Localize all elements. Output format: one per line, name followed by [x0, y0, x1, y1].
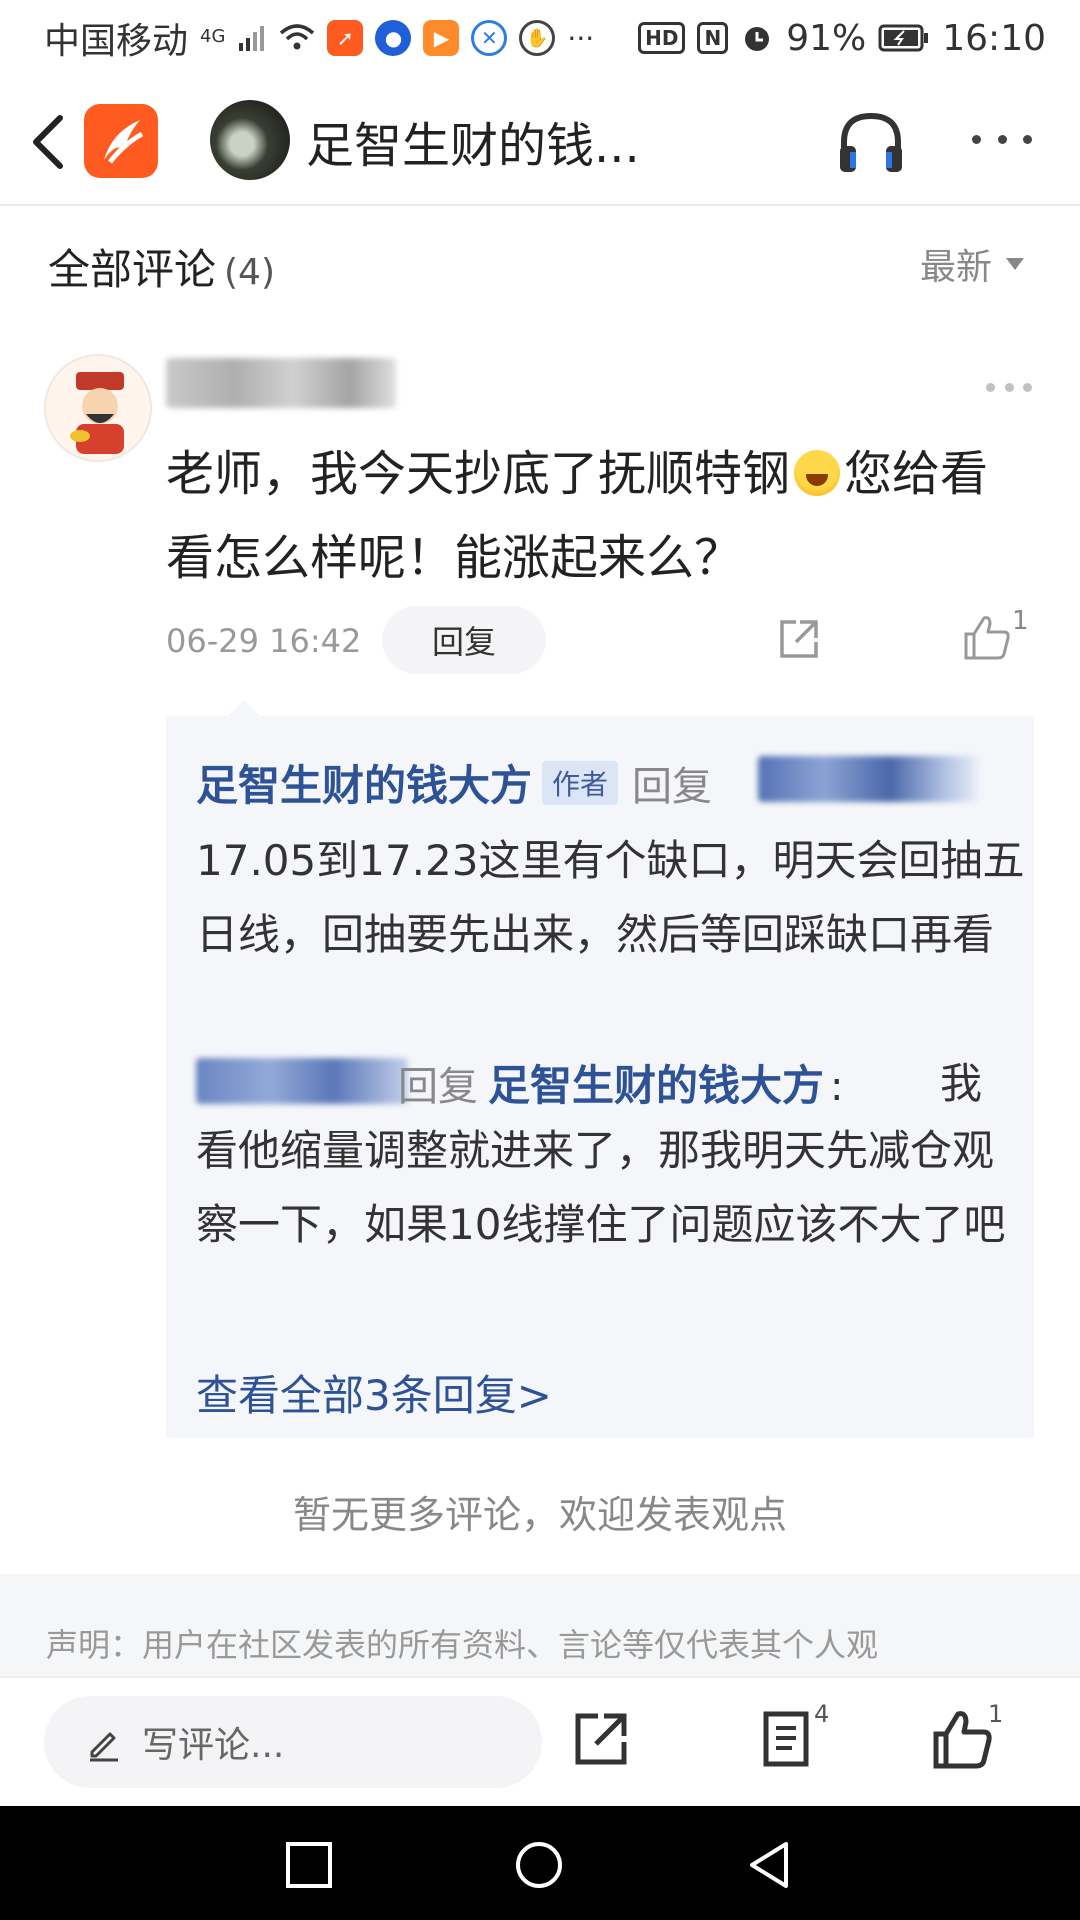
author-badge: 作者 — [542, 761, 619, 805]
home-icon[interactable] — [514, 1840, 564, 1890]
app-logo-icon — [104, 120, 144, 164]
app-notification-icon: ✕ — [471, 20, 508, 56]
reply2-text: 看他缩量调整就进来了，那我明天先减仓观察一下，如果10线撑住了问题应该不大了吧 — [196, 1126, 1006, 1249]
alarm-icon — [745, 27, 770, 51]
back-arrow-icon[interactable] — [26, 112, 72, 172]
reply2-colon: : — [830, 1064, 844, 1110]
write-comment-input[interactable]: 写评论... — [44, 1696, 542, 1788]
hd-badge: HD — [638, 22, 686, 54]
app-notification-icon: ✋ — [519, 20, 556, 56]
replies-box: 足智生财的钱大方 作者 回复 17.05到17.23这里有个缺口，明天会回抽五日线，… — [166, 700, 1034, 1438]
reply1-author-link[interactable]: 足智生财的钱大方 — [196, 761, 532, 810]
comments-title: 全部评论 — [48, 245, 217, 294]
share-icon[interactable] — [776, 616, 822, 662]
pencil-icon — [90, 1732, 118, 1762]
caret-down-icon — [1006, 258, 1025, 270]
page-title: 足智生财的钱... — [306, 118, 640, 174]
reply1-text: 17.05到17.23这里有个缺口，明天会回抽五日线，回抽要先出来，然后等回踩缺… — [196, 836, 1025, 959]
reply-button[interactable]: 回复 — [382, 606, 546, 674]
wifi-icon — [280, 24, 315, 50]
commenter-avatar[interactable] — [44, 354, 152, 462]
comment-text-part1: 老师，我今天抄底了抚顺特钢 — [166, 446, 791, 502]
comments-list-icon[interactable] — [756, 1708, 818, 1770]
reply2-author-name-redacted[interactable] — [196, 1058, 408, 1104]
carrier-label: 中国移动 — [44, 21, 189, 62]
app-notification-icon: ➚ — [327, 20, 364, 56]
app-notification-icon: ▶ — [423, 20, 460, 56]
battery-icon — [878, 24, 929, 52]
headphones-icon[interactable] — [836, 108, 906, 176]
reply2-reply-word: 回复 — [398, 1064, 478, 1110]
sort-label: 最新 — [920, 247, 993, 288]
app-logo[interactable] — [84, 104, 158, 178]
network-label: 4G — [200, 26, 226, 47]
reply2-text-first: 我 — [940, 1059, 983, 1108]
comment-more-button[interactable] — [986, 380, 1032, 394]
disclaimer-section: 声明：用户在社区发表的所有资料、言论等仅代表其个人观 — [0, 1574, 1080, 1678]
laughing-tears-emoji-icon — [794, 450, 841, 496]
recent-apps-icon[interactable] — [284, 1840, 334, 1890]
nfc-icon: N — [697, 22, 729, 54]
author-avatar[interactable] — [210, 100, 290, 180]
thumbs-up-icon[interactable] — [962, 612, 1012, 662]
reply1-target-name-redacted[interactable] — [758, 756, 978, 802]
reply1-reply-word: 回复 — [632, 764, 713, 810]
more-notifications-icon: ··· — [567, 21, 595, 55]
back-triangle-icon[interactable] — [744, 1840, 794, 1890]
comments-header: 全部评论 (4) — [48, 236, 275, 297]
view-all-replies-link[interactable]: 查看全部3条回复> — [196, 1362, 552, 1423]
comments-count: (4) — [224, 252, 276, 293]
comment-like-count: 1 — [1012, 606, 1029, 636]
like-count-badge: 1 — [988, 1700, 1004, 1728]
top-nav-bar: 足智生财的钱... — [0, 76, 1080, 206]
system-navigation-bar — [0, 1806, 1080, 1920]
share-icon[interactable] — [570, 1708, 632, 1770]
clock: 16:10 — [942, 17, 1046, 59]
no-more-comments-text: 暂无更多评论，欢迎发表观点 — [292, 1493, 787, 1537]
status-bar-right: HD N 91% 16:10 — [638, 18, 1046, 59]
battery-percent: 91% — [786, 17, 867, 59]
sort-dropdown[interactable]: 最新 — [920, 238, 1025, 290]
comment-text: 老师，我今天抄底了抚顺特钢 您给看看怎么样呢！能涨起来么？ — [166, 432, 1016, 600]
status-bar-left: 中国移动 4G ➚ ● ▶ ✕ ✋ ··· — [44, 12, 594, 64]
app-notification-icon: ● — [375, 20, 412, 56]
god-of-wealth-avatar-icon — [70, 372, 124, 454]
signal-icon — [239, 26, 265, 51]
comment-count-badge: 4 — [814, 1700, 830, 1728]
reply2-header: 回复 足智生财的钱大方: — [398, 1052, 844, 1113]
more-options-button[interactable] — [972, 124, 1032, 154]
thumbs-up-icon[interactable] — [932, 1708, 994, 1770]
comment-timestamp: 06-29 16:42 — [166, 622, 362, 660]
reply2-target-link[interactable]: 足智生财的钱大方 — [488, 1061, 824, 1110]
commenter-name-redacted[interactable] — [166, 358, 396, 408]
bottom-action-bar: 写评论... 4 1 — [0, 1676, 1080, 1806]
disclaimer-text: 声明：用户在社区发表的所有资料、言论等仅代表其个人观 — [46, 1626, 879, 1664]
status-bar: 中国移动 4G ➚ ● ▶ ✕ ✋ ··· HD N 91% 16:10 — [0, 0, 1080, 76]
reply1-header: 足智生财的钱大方 作者 回复 — [196, 752, 712, 813]
comment-input-placeholder: 写评论... — [142, 1725, 285, 1766]
